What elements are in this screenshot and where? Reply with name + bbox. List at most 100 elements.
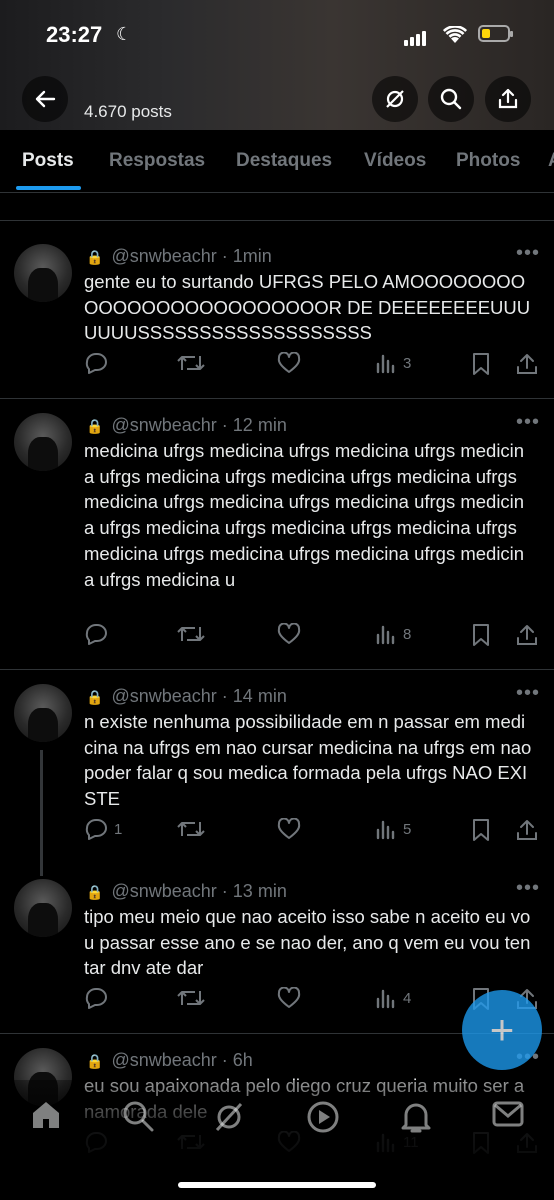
post-actions: 15: [0, 818, 554, 848]
like-button[interactable]: [277, 818, 301, 840]
more-options-icon[interactable]: •••: [516, 682, 540, 705]
reply-button[interactable]: 1: [84, 818, 122, 840]
nav-video[interactable]: [306, 1100, 340, 1139]
share-button[interactable]: [516, 623, 538, 647]
repost-button[interactable]: [177, 352, 211, 374]
nav-messages[interactable]: [492, 1100, 524, 1133]
views-button[interactable]: 8: [375, 623, 411, 645]
view-count: 5: [403, 820, 412, 838]
avatar[interactable]: [14, 684, 72, 742]
post-count: 4.670 posts: [84, 102, 172, 121]
divider: [0, 220, 554, 221]
grok-icon: [386, 90, 404, 108]
share-button[interactable]: [516, 818, 538, 842]
wifi-icon: [442, 24, 468, 50]
signal-icon: [404, 28, 428, 46]
repost-button[interactable]: [177, 987, 211, 1009]
nav-grok[interactable]: [212, 1100, 246, 1139]
bookmark-icon: [471, 352, 491, 376]
heart-icon: [277, 352, 301, 374]
post-handle[interactable]: @snwbeachr: [111, 246, 216, 266]
reply-button[interactable]: [84, 623, 114, 645]
nav-search[interactable]: [122, 1100, 154, 1137]
bookmark-icon: [471, 818, 491, 842]
bookmark-button[interactable]: [471, 818, 491, 842]
reply-button[interactable]: [84, 987, 114, 1009]
heart-icon: [277, 987, 301, 1009]
nav-home[interactable]: [30, 1100, 62, 1135]
views-icon: [375, 987, 397, 1009]
post-time: 1min: [232, 246, 272, 266]
post-handle[interactable]: @snwbeachr: [111, 881, 216, 901]
nav-notifications[interactable]: [400, 1100, 432, 1139]
tab-destaques[interactable]: Destaques: [236, 150, 332, 172]
post-divider: [0, 398, 554, 399]
tab-photos[interactable]: Photos: [456, 150, 520, 172]
more-options-icon[interactable]: •••: [516, 877, 540, 900]
views-button[interactable]: 5: [375, 818, 411, 840]
post-divider: [0, 669, 554, 670]
post-meta: 🔒 @snwbeachr · 14 min: [86, 686, 287, 707]
back-button[interactable]: [22, 76, 68, 122]
share-icon: [516, 352, 538, 376]
like-button[interactable]: [277, 352, 301, 374]
tab-videos[interactable]: Vídeos: [364, 150, 426, 172]
reply-count: 1: [114, 820, 123, 838]
repost-icon: [177, 987, 205, 1009]
share-icon: [516, 818, 538, 842]
compose-button[interactable]: +: [462, 990, 542, 1070]
bookmark-icon: [471, 623, 491, 647]
grok-button[interactable]: [372, 76, 418, 122]
views-icon: [375, 818, 397, 840]
avatar[interactable]: [14, 413, 72, 471]
bookmark-button[interactable]: [471, 352, 491, 376]
home-icon: [33, 1102, 59, 1128]
profile-header: 23:27 ☾ 4.670 posts: [0, 0, 554, 130]
more-options-icon[interactable]: •••: [516, 411, 540, 434]
lock-icon: 🔒: [86, 689, 104, 705]
tab-more[interactable]: A: [548, 150, 554, 172]
meta-separator: ·: [221, 1050, 228, 1070]
avatar[interactable]: [14, 244, 72, 302]
avatar[interactable]: [14, 879, 72, 937]
post-time: 12 min: [232, 415, 287, 435]
post-meta: 🔒 @snwbeachr · 1min: [86, 246, 272, 267]
share-button[interactable]: [516, 352, 538, 376]
post-meta: 🔒 @snwbeachr · 13 min: [86, 881, 287, 902]
repost-button[interactable]: [177, 623, 211, 645]
views-button[interactable]: 3: [375, 352, 411, 374]
post-time: 13 min: [232, 881, 287, 901]
share-profile-button[interactable]: [485, 76, 531, 122]
share-icon: [516, 623, 538, 647]
view-count: 8: [403, 625, 412, 643]
like-button[interactable]: [277, 623, 301, 645]
status-time: 23:27: [46, 22, 103, 47]
lock-icon: 🔒: [86, 249, 104, 265]
meta-separator: ·: [221, 246, 228, 266]
heart-icon: [277, 623, 301, 645]
like-button[interactable]: [277, 987, 301, 1009]
share-icon: [498, 88, 518, 109]
search-button[interactable]: [428, 76, 474, 122]
arrow-left-icon: [35, 90, 56, 108]
post-actions: 3: [0, 352, 554, 382]
post-text: gente eu to surtando UFRGS PELO AMOOOOOO…: [84, 271, 531, 344]
post-handle[interactable]: @snwbeachr: [111, 1050, 216, 1070]
reply-icon: [84, 352, 108, 374]
tab-posts[interactable]: Posts: [22, 150, 74, 172]
heart-icon: [277, 818, 301, 840]
bookmark-button[interactable]: [471, 623, 491, 647]
lock-icon: 🔒: [86, 1053, 104, 1069]
grok-icon: [215, 1102, 243, 1132]
more-options-icon[interactable]: •••: [516, 242, 540, 265]
post-handle[interactable]: @snwbeachr: [111, 415, 216, 435]
reply-button[interactable]: [84, 352, 114, 374]
post-actions: 8: [0, 623, 554, 653]
repost-icon: [177, 818, 205, 840]
post-handle[interactable]: @snwbeachr: [111, 686, 216, 706]
repost-button[interactable]: [177, 818, 211, 840]
post-time: 14 min: [232, 686, 287, 706]
views-button[interactable]: 4: [375, 987, 411, 1009]
post-meta: 🔒 @snwbeachr · 6h: [86, 1050, 253, 1071]
tab-respostas[interactable]: Respostas: [109, 150, 205, 172]
